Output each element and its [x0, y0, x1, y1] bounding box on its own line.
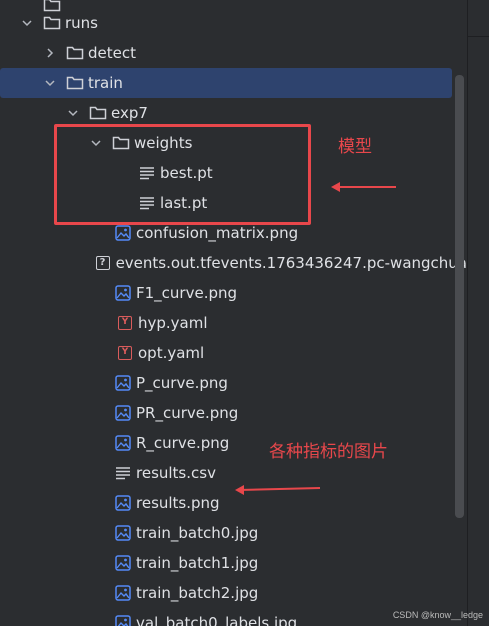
scrollbar-track[interactable] [467, 0, 489, 626]
tree-row-file[interactable]: train_batch0.jpg [0, 518, 467, 548]
tree-label: results.png [136, 494, 220, 512]
annotation-model-label: 模型 [338, 137, 372, 157]
image-file-icon [114, 284, 132, 302]
image-file-icon [114, 584, 132, 602]
tree-row-file[interactable]: R_curve.png [0, 428, 467, 458]
image-file-icon [114, 494, 132, 512]
tree-row-file[interactable]: P_curve.png [0, 368, 467, 398]
tree-label: train_batch0.jpg [136, 524, 259, 542]
tree-label: train_batch2.jpg [136, 584, 259, 602]
chevron-right-icon[interactable] [43, 38, 57, 68]
image-file-icon [114, 224, 132, 242]
tree-label: results.csv [136, 464, 216, 482]
tree-label: R_curve.png [136, 434, 230, 452]
yaml-file-icon: Y [116, 314, 134, 332]
tree-label: PR_curve.png [136, 404, 239, 422]
folder-icon [66, 44, 84, 62]
tree-row-detect[interactable]: detect [0, 38, 467, 68]
tree-row-file[interactable]: Y hyp.yaml [0, 308, 467, 338]
annotation-box [54, 124, 311, 225]
tree-label: runs [65, 14, 98, 32]
tree-label: train [88, 74, 123, 92]
tree-label: confusion_matrix.png [136, 224, 299, 242]
image-file-icon [114, 524, 132, 542]
unknown-file-icon: ? [94, 254, 112, 272]
annotation-metrics-label: 各种指标的图片 [269, 442, 388, 462]
annotation-arrow-icon [235, 485, 321, 495]
chevron-down-icon[interactable] [43, 68, 57, 98]
image-file-icon [114, 614, 132, 626]
tree-label: events.out.tfevents.1763436247.pc-wangch… [115, 254, 467, 272]
image-file-icon [114, 404, 132, 422]
tree-row-file[interactable]: train_batch1.jpg [0, 548, 467, 578]
tree-row-file[interactable]: F1_curve.png [0, 278, 467, 308]
tree-label: train_batch1.jpg [136, 554, 259, 572]
yaml-glyph: Y [118, 316, 132, 330]
text-file-icon [114, 464, 132, 482]
annotation-arrow-icon [331, 182, 396, 192]
unknown-file-glyph: ? [95, 256, 110, 270]
tree-label: opt.yaml [138, 344, 205, 362]
tree-label: hyp.yaml [138, 314, 208, 332]
folder-icon [89, 104, 107, 122]
folder-icon [43, 14, 61, 32]
tree-label: F1_curve.png [136, 284, 238, 302]
tree-label: val_batch0_labels.jpg [136, 614, 298, 626]
chevron-down-icon[interactable] [20, 8, 34, 38]
tree-label: detect [88, 44, 136, 62]
scrollbar-thumb[interactable] [455, 75, 464, 518]
tree-row-file[interactable]: PR_curve.png [0, 398, 467, 428]
yaml-file-icon: Y [116, 344, 134, 362]
project-tree: runs detect train exp7 weights best.pt l… [0, 0, 467, 626]
image-file-icon [114, 374, 132, 392]
tree-row-file[interactable]: ? events.out.tfevents.1763436247.pc-wang… [0, 248, 467, 278]
watermark: CSDN @know__ledge [392, 610, 483, 620]
tree-row-train[interactable]: train [0, 68, 452, 98]
tree-label: P_curve.png [136, 374, 228, 392]
tree-row-file[interactable]: train_batch2.jpg [0, 578, 467, 608]
image-file-icon [114, 554, 132, 572]
yaml-glyph: Y [118, 346, 132, 360]
folder-icon [66, 74, 84, 92]
divider [467, 36, 489, 37]
image-file-icon [114, 434, 132, 452]
tree-label: exp7 [111, 104, 148, 122]
tree-row-file[interactable]: Y opt.yaml [0, 338, 467, 368]
tree-row-runs[interactable]: runs [0, 8, 467, 38]
